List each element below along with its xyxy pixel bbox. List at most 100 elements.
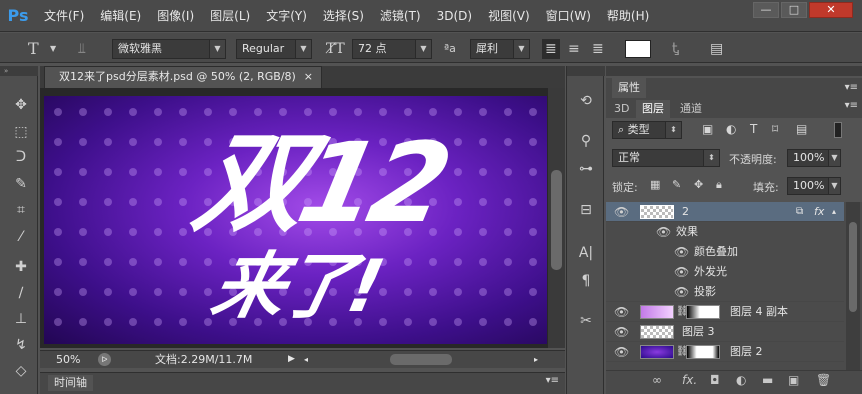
tab-layers[interactable]: 图层 — [636, 100, 670, 118]
fill-field[interactable]: 100% ▼ — [787, 177, 841, 195]
character-panel-icon[interactable]: ▤ — [710, 39, 723, 59]
layer-row[interactable]: 👁︎ 图层 3 — [606, 322, 844, 342]
delete-layer-icon[interactable]: 🗑 — [816, 373, 831, 387]
new-adjustment-icon[interactable]: ◐ — [736, 373, 746, 387]
brush-tool-icon[interactable]: ∕ — [10, 282, 32, 304]
panel-menu-icon[interactable]: ▾≡ — [546, 375, 559, 386]
scroll-left-icon[interactable]: ◂ — [304, 351, 308, 368]
brush-presets-icon[interactable]: ⚲ — [575, 130, 597, 152]
blend-mode-select[interactable]: 正常 ⬍ — [612, 149, 720, 167]
quick-select-tool-icon[interactable]: ✎ — [10, 173, 32, 195]
filter-smart-object-icon[interactable]: ▤ — [796, 122, 807, 136]
tab-3d[interactable]: 3D — [608, 100, 635, 118]
history-panel-icon[interactable]: ⟲ — [575, 90, 597, 112]
character-panel-icon[interactable]: A| — [575, 242, 597, 264]
lock-image-icon[interactable]: ✎ — [672, 178, 681, 191]
menu-filter[interactable]: 滤镜(T) — [372, 0, 429, 32]
panel-menu-icon[interactable]: ▾≡ — [845, 78, 858, 98]
warp-text-icon[interactable]: Ꮏ — [672, 39, 680, 59]
close-tab-icon[interactable]: × — [304, 67, 313, 87]
link-layers-icon[interactable]: ∞ — [652, 373, 662, 387]
layer-list-scrollbar[interactable] — [846, 202, 860, 372]
eye-icon[interactable]: 👁︎ — [614, 342, 629, 362]
lock-all-icon[interactable]: 🔒︎ — [716, 178, 722, 192]
timeline-tab[interactable]: 时间轴 — [48, 375, 93, 391]
move-tool-icon[interactable]: ✥ — [10, 94, 32, 116]
text-tool-preset-icon[interactable]: T — [28, 39, 39, 59]
font-family-select[interactable]: 微软雅黑 ▼ — [112, 39, 226, 59]
scroll-right-icon[interactable]: ▸ — [534, 351, 538, 368]
marquee-tool-icon[interactable]: ⬚ — [10, 121, 32, 143]
clone-stamp-tool-icon[interactable]: ⊥ — [10, 308, 32, 330]
maximize-button[interactable]: □ — [781, 2, 807, 18]
font-size-select[interactable]: 72 点 ▼ — [352, 39, 432, 59]
menu-window[interactable]: 窗口(W) — [538, 0, 599, 32]
tool-presets-icon[interactable]: ✂ — [575, 310, 597, 332]
tab-channels[interactable]: 通道 — [674, 100, 708, 118]
layer-list-scroll-thumb[interactable] — [849, 222, 857, 312]
eye-icon[interactable]: 👁︎ — [614, 302, 629, 322]
eye-icon[interactable]: 👁︎ — [614, 202, 629, 222]
add-mask-icon[interactable]: ◘ — [710, 373, 720, 387]
text-orientation-icon[interactable]: ⫫ — [78, 39, 86, 59]
layer-filter-select[interactable]: ⌕ 类型 ⬍ — [612, 121, 682, 139]
document-info-icon[interactable]: ᐅ — [98, 353, 111, 366]
healing-brush-tool-icon[interactable]: ✚ — [10, 256, 32, 278]
menu-file[interactable]: 文件(F) — [36, 0, 92, 32]
eye-icon[interactable]: 👁︎ — [674, 282, 689, 302]
eyedropper-tool-icon[interactable]: ⁄ — [10, 226, 32, 248]
paragraph-panel-icon[interactable]: ¶ — [575, 270, 597, 292]
menu-select[interactable]: 选择(S) — [315, 0, 372, 32]
effect-outer-glow[interactable]: 👁︎ 外发光 — [606, 262, 844, 282]
chevron-down-icon[interactable]: ▼ — [50, 39, 56, 59]
new-layer-icon[interactable]: ▣ — [788, 373, 799, 387]
menu-type[interactable]: 文字(Y) — [258, 0, 315, 32]
status-menu-arrow-icon[interactable]: ▶ — [288, 351, 295, 368]
filter-shape-icon[interactable]: ⌑ — [772, 122, 778, 136]
panel-menu-icon[interactable]: ▾≡ — [845, 100, 858, 111]
properties-tab[interactable]: 属性 — [612, 78, 646, 98]
layer-effects-icon[interactable]: fx — [814, 202, 824, 222]
text-color-swatch[interactable] — [625, 40, 651, 58]
eye-icon[interactable]: 👁︎ — [674, 242, 689, 262]
collapse-arrow-icon[interactable]: ▴ — [832, 202, 836, 222]
lasso-tool-icon[interactable]: ᑐ — [10, 146, 32, 168]
horizontal-scroll-thumb[interactable] — [390, 354, 452, 365]
lock-position-icon[interactable]: ✥ — [694, 178, 703, 191]
effect-drop-shadow[interactable]: 👁︎ 投影 — [606, 282, 844, 302]
layer-row[interactable]: 👁︎ ⛓ 图层 2 — [606, 342, 844, 362]
opacity-field[interactable]: 100% ▼ — [787, 149, 841, 167]
minimize-button[interactable]: — — [753, 2, 779, 18]
align-center-icon[interactable]: ≡ — [568, 39, 580, 59]
menu-image[interactable]: 图像(I) — [149, 0, 202, 32]
effect-color-overlay[interactable]: 👁︎ 颜色叠加 — [606, 242, 844, 262]
filter-adjustment-icon[interactable]: ◐ — [726, 122, 736, 136]
layer-row[interactable]: 👁︎ 2 ⧉ fx ▴ — [606, 202, 844, 222]
layer-row[interactable]: 👁︎ ⛓ 图层 4 副本 — [606, 302, 844, 322]
align-left-icon[interactable]: ≣ — [542, 39, 560, 59]
menu-help[interactable]: 帮助(H) — [599, 0, 657, 32]
new-group-icon[interactable]: ▬ — [762, 373, 773, 387]
clone-source-icon[interactable]: ⊶ — [575, 158, 597, 180]
menu-layer[interactable]: 图层(L) — [202, 0, 258, 32]
font-style-select[interactable]: Regular ▼ — [236, 39, 312, 59]
eye-icon[interactable]: 👁︎ — [614, 322, 629, 342]
menu-3d[interactable]: 3D(D) — [429, 0, 480, 32]
lock-transparent-icon[interactable]: ▦ — [650, 178, 660, 191]
canvas-artwork[interactable]: 双12 来了! — [44, 96, 547, 344]
add-style-icon[interactable]: fx. — [682, 373, 697, 387]
zoom-level[interactable]: 50% — [56, 351, 80, 368]
filter-toggle[interactable] — [834, 122, 842, 138]
document-tab[interactable]: 双12来了psd分层素材.psd @ 50% (2, RGB/8) × — [44, 66, 322, 88]
menu-view[interactable]: 视图(V) — [480, 0, 538, 32]
eye-icon[interactable]: 👁︎ — [656, 222, 671, 242]
layer-comps-icon[interactable]: ⊟ — [575, 199, 597, 221]
filter-pixel-icon[interactable]: ▣ — [702, 122, 713, 136]
align-right-icon[interactable]: ≣ — [592, 39, 604, 59]
eye-icon[interactable]: 👁︎ — [674, 262, 689, 282]
menu-edit[interactable]: 编辑(E) — [92, 0, 149, 32]
crop-tool-icon[interactable]: ⌗ — [10, 199, 32, 221]
toolbox-grip-icon[interactable]: » — [0, 66, 38, 76]
effects-row[interactable]: 👁︎ 效果 — [606, 222, 844, 242]
vertical-scroll-thumb[interactable] — [551, 170, 562, 270]
